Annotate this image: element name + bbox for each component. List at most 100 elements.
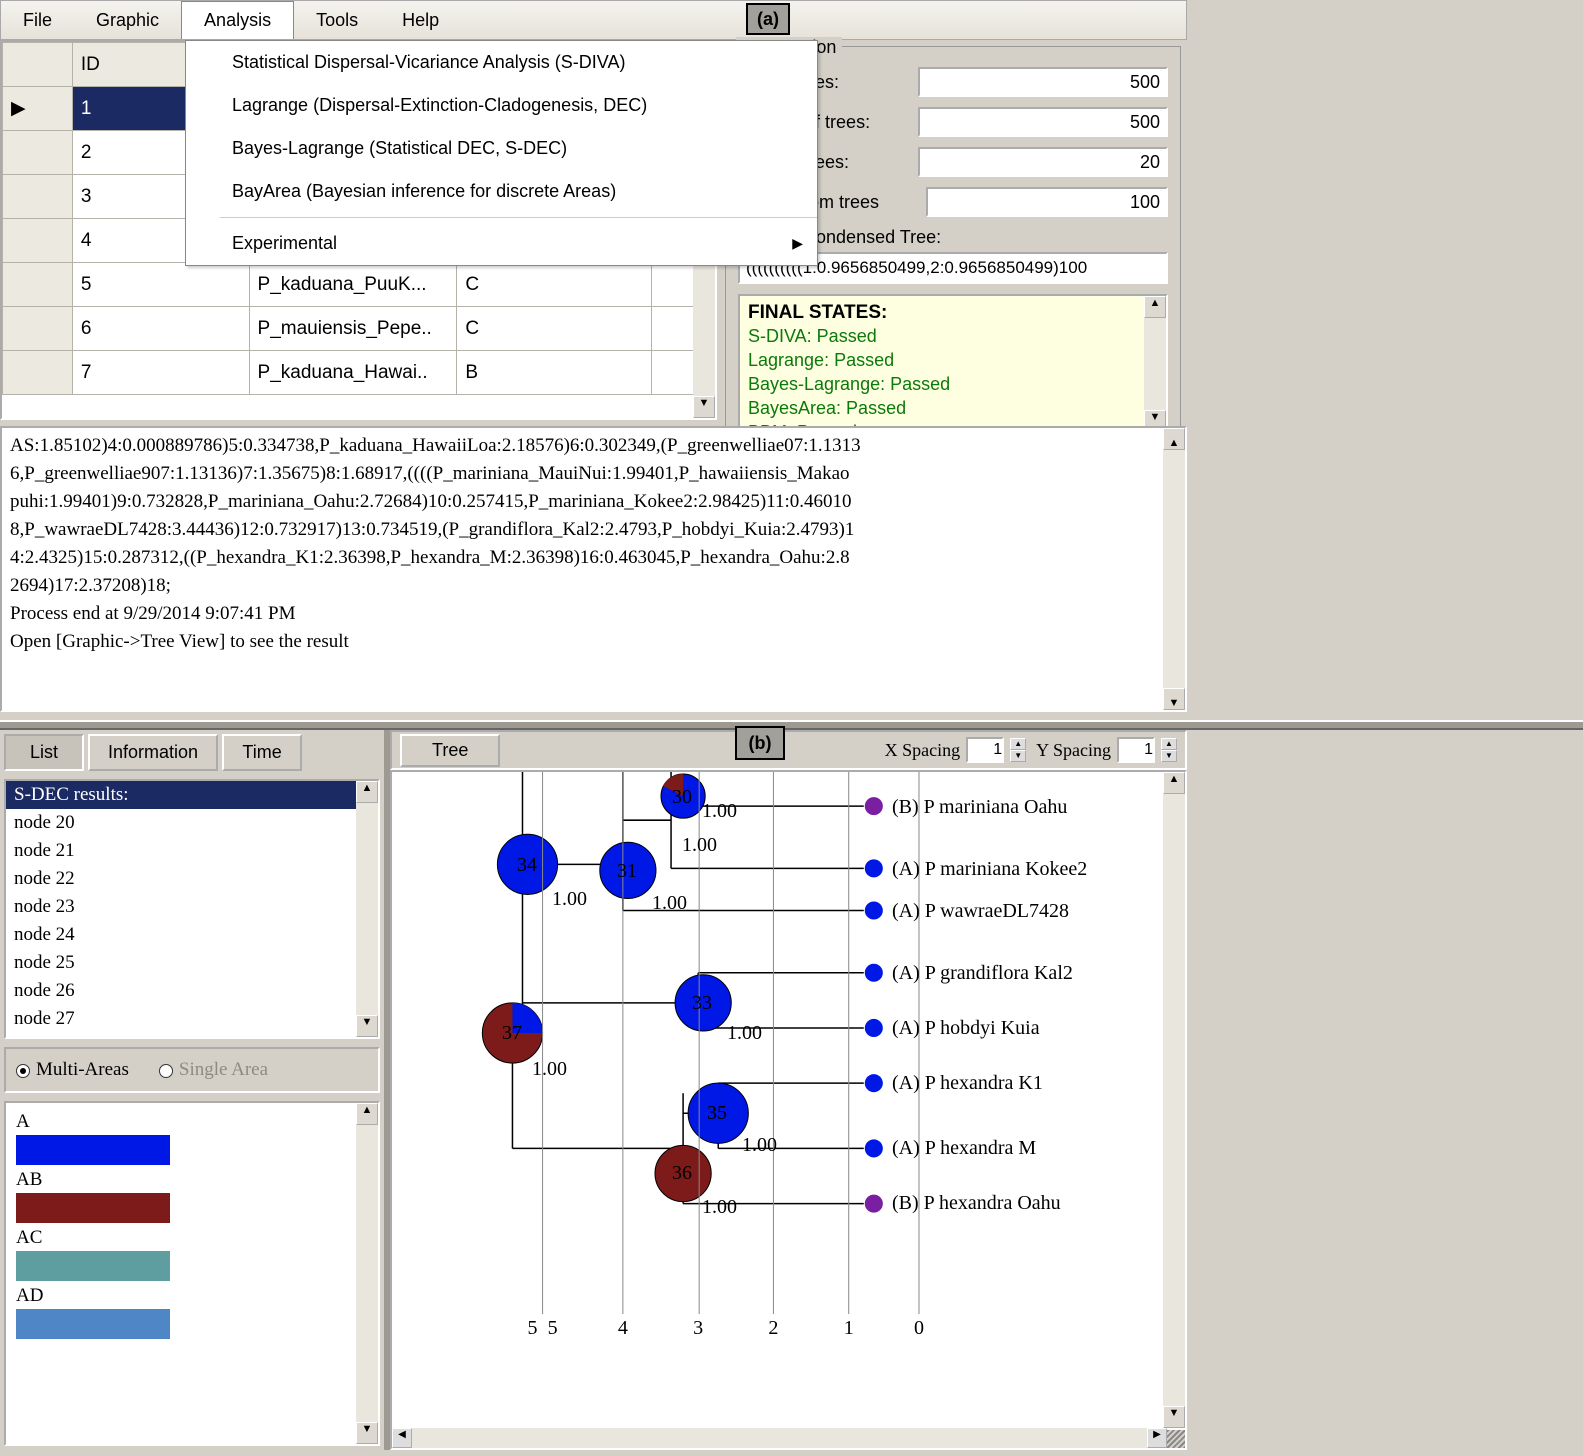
list-item[interactable]: node 22: [6, 865, 378, 893]
nodelist-scrollbar[interactable]: ▲▼: [356, 781, 378, 1037]
scroll-right-icon[interactable]: ▶: [1147, 1428, 1167, 1448]
menubar: File Graphic Analysis Tools Help (a): [0, 0, 1187, 40]
taxon-label: (A) P grandiflora Kal2: [892, 962, 1073, 985]
spin-down-icon[interactable]: ▼: [1161, 750, 1177, 762]
submenu-arrow-icon: ▶: [792, 235, 817, 252]
table-row[interactable]: 6P_mauiensis_Pepe..C: [3, 307, 715, 351]
scroll-up-icon[interactable]: ▲: [356, 1103, 378, 1125]
log-line: Open [Graphic->Tree View] to see the res…: [10, 628, 1177, 656]
tab-time[interactable]: Time: [222, 734, 302, 771]
list-item[interactable]: node 27: [6, 1005, 378, 1033]
scroll-down-icon[interactable]: ▼: [1163, 1406, 1185, 1428]
support-value: 1.00: [742, 1134, 777, 1157]
tree-canvas[interactable]: 5 5 4 3 2 1 0 (B) P marini: [390, 770, 1187, 1450]
svg-text:3: 3: [693, 1317, 703, 1339]
radio-single-area[interactable]: Single Area: [159, 1059, 268, 1081]
menu-file[interactable]: File: [1, 2, 74, 39]
y-spacing-control: Y Spacing ▲▼: [1036, 737, 1177, 763]
swatch-icon: [16, 1193, 170, 1223]
node-number: 33: [692, 992, 712, 1015]
log-line: 8,P_wawraeDL7428:3.44436)12:0.732917)13:…: [10, 516, 1177, 544]
node-number: 36: [672, 1162, 692, 1185]
spin-up-icon[interactable]: ▲: [1161, 738, 1177, 750]
legend-scrollbar[interactable]: ▲▼: [356, 1103, 378, 1444]
x-spacing-label: X Spacing: [885, 740, 961, 761]
spin-up-icon[interactable]: ▲: [1010, 738, 1026, 750]
menu-bayarea[interactable]: BayArea (Bayesian inference for discrete…: [186, 170, 817, 213]
radio-multi-areas[interactable]: Multi-Areas: [16, 1059, 129, 1081]
support-value: 1.00: [552, 888, 587, 911]
tab-tree[interactable]: Tree: [400, 734, 500, 767]
left-tabs: List Information Time: [0, 730, 384, 775]
taxon-label: (A) P wawraeDL7428: [892, 900, 1069, 923]
legend-item[interactable]: AD: [16, 1285, 368, 1339]
amount-trees-input[interactable]: [918, 107, 1168, 137]
menu-help[interactable]: Help: [380, 2, 461, 39]
svg-text:2: 2: [768, 1317, 778, 1339]
discard-trees-input[interactable]: [918, 147, 1168, 177]
taxon-label: (A) P mariniana Kokee2: [892, 858, 1087, 881]
menu-experimental[interactable]: Experimental▶: [186, 222, 817, 265]
scroll-down-icon[interactable]: ▼: [356, 1015, 378, 1037]
scroll-up-icon[interactable]: ▲: [356, 781, 378, 803]
tab-list[interactable]: List: [4, 734, 84, 771]
status-line: BayesArea: Passed: [748, 396, 1158, 420]
canvas-vscroll[interactable]: ▲▼: [1163, 772, 1185, 1428]
svg-text:1: 1: [844, 1317, 854, 1339]
scroll-down-icon[interactable]: ▼: [356, 1422, 378, 1444]
row-indicator-icon: ▶: [3, 87, 73, 131]
log-line: 6,P_greenwelliae907:1.13136)7:1.35675)8:…: [10, 460, 1177, 488]
log-scrollbar[interactable]: ▲▼: [1163, 428, 1185, 710]
log-line: 2694)17:2.37208)18;: [10, 572, 1177, 600]
pane-divider[interactable]: [0, 720, 1583, 730]
node-number: 30: [672, 786, 692, 809]
menu-sdiva[interactable]: Statistical Dispersal-Vicariance Analysi…: [186, 41, 817, 84]
list-item[interactable]: S-DEC results:: [6, 781, 378, 809]
legend-item[interactable]: AC: [16, 1227, 368, 1281]
legend-item[interactable]: AB: [16, 1169, 368, 1223]
support-value: 1.00: [652, 892, 687, 915]
resize-grip-icon[interactable]: [1167, 1430, 1185, 1448]
list-item[interactable]: node 26: [6, 977, 378, 1005]
canvas-hscroll[interactable]: ◀▶: [392, 1428, 1167, 1448]
radio-on-icon: [16, 1064, 30, 1078]
x-spacing-input[interactable]: [966, 737, 1004, 763]
log-output[interactable]: AS:1.85102)4:0.000889786)5:0.334738,P_ka…: [0, 426, 1187, 712]
x-spacing-control: X Spacing ▲▼: [885, 737, 1027, 763]
tab-information[interactable]: Information: [88, 734, 218, 771]
table-row[interactable]: 7P_kaduana_Hawai..B: [3, 351, 715, 395]
table-row[interactable]: 5P_kaduana_PuuK...C: [3, 263, 715, 307]
scroll-up-icon[interactable]: ▲: [1163, 428, 1185, 450]
random-trees-input[interactable]: [926, 187, 1168, 217]
legend-item[interactable]: A: [16, 1111, 368, 1165]
area-legend: A AB AC AD ▲▼: [4, 1101, 380, 1446]
menu-bayes-lagrange[interactable]: Bayes-Lagrange (Statistical DEC, S-DEC): [186, 127, 817, 170]
final-states-header: FINAL STATES:: [748, 302, 1158, 324]
scroll-left-icon[interactable]: ◀: [392, 1428, 412, 1448]
swatch-icon: [16, 1135, 170, 1165]
final-states-scrollbar[interactable]: ▲▼: [1144, 296, 1166, 432]
taxon-label: (A) P hexandra M: [892, 1137, 1036, 1160]
binary-trees-input[interactable]: [918, 67, 1168, 97]
scroll-down-icon[interactable]: ▼: [1163, 688, 1185, 710]
list-item[interactable]: node 23: [6, 893, 378, 921]
support-value: 1.00: [702, 1196, 737, 1219]
node-number: 34: [517, 854, 537, 877]
scroll-up-icon[interactable]: ▲: [1144, 296, 1166, 318]
scroll-down-icon[interactable]: ▼: [693, 396, 715, 418]
node-number: 31: [617, 860, 637, 883]
menu-graphic[interactable]: Graphic: [74, 2, 181, 39]
list-item[interactable]: node 24: [6, 921, 378, 949]
list-item[interactable]: node 25: [6, 949, 378, 977]
swatch-icon: [16, 1251, 170, 1281]
list-item[interactable]: node 20: [6, 809, 378, 837]
menu-tools[interactable]: Tools: [294, 2, 380, 39]
node-listbox[interactable]: S-DEC results: node 20 node 21 node 22 n…: [4, 779, 380, 1039]
spin-down-icon[interactable]: ▼: [1010, 750, 1026, 762]
list-item[interactable]: node 21: [6, 837, 378, 865]
y-spacing-input[interactable]: [1117, 737, 1155, 763]
scroll-up-icon[interactable]: ▲: [1163, 772, 1185, 794]
menu-analysis[interactable]: Analysis: [181, 1, 294, 39]
support-value: 1.00: [702, 800, 737, 823]
menu-lagrange[interactable]: Lagrange (Dispersal-Extinction-Cladogene…: [186, 84, 817, 127]
